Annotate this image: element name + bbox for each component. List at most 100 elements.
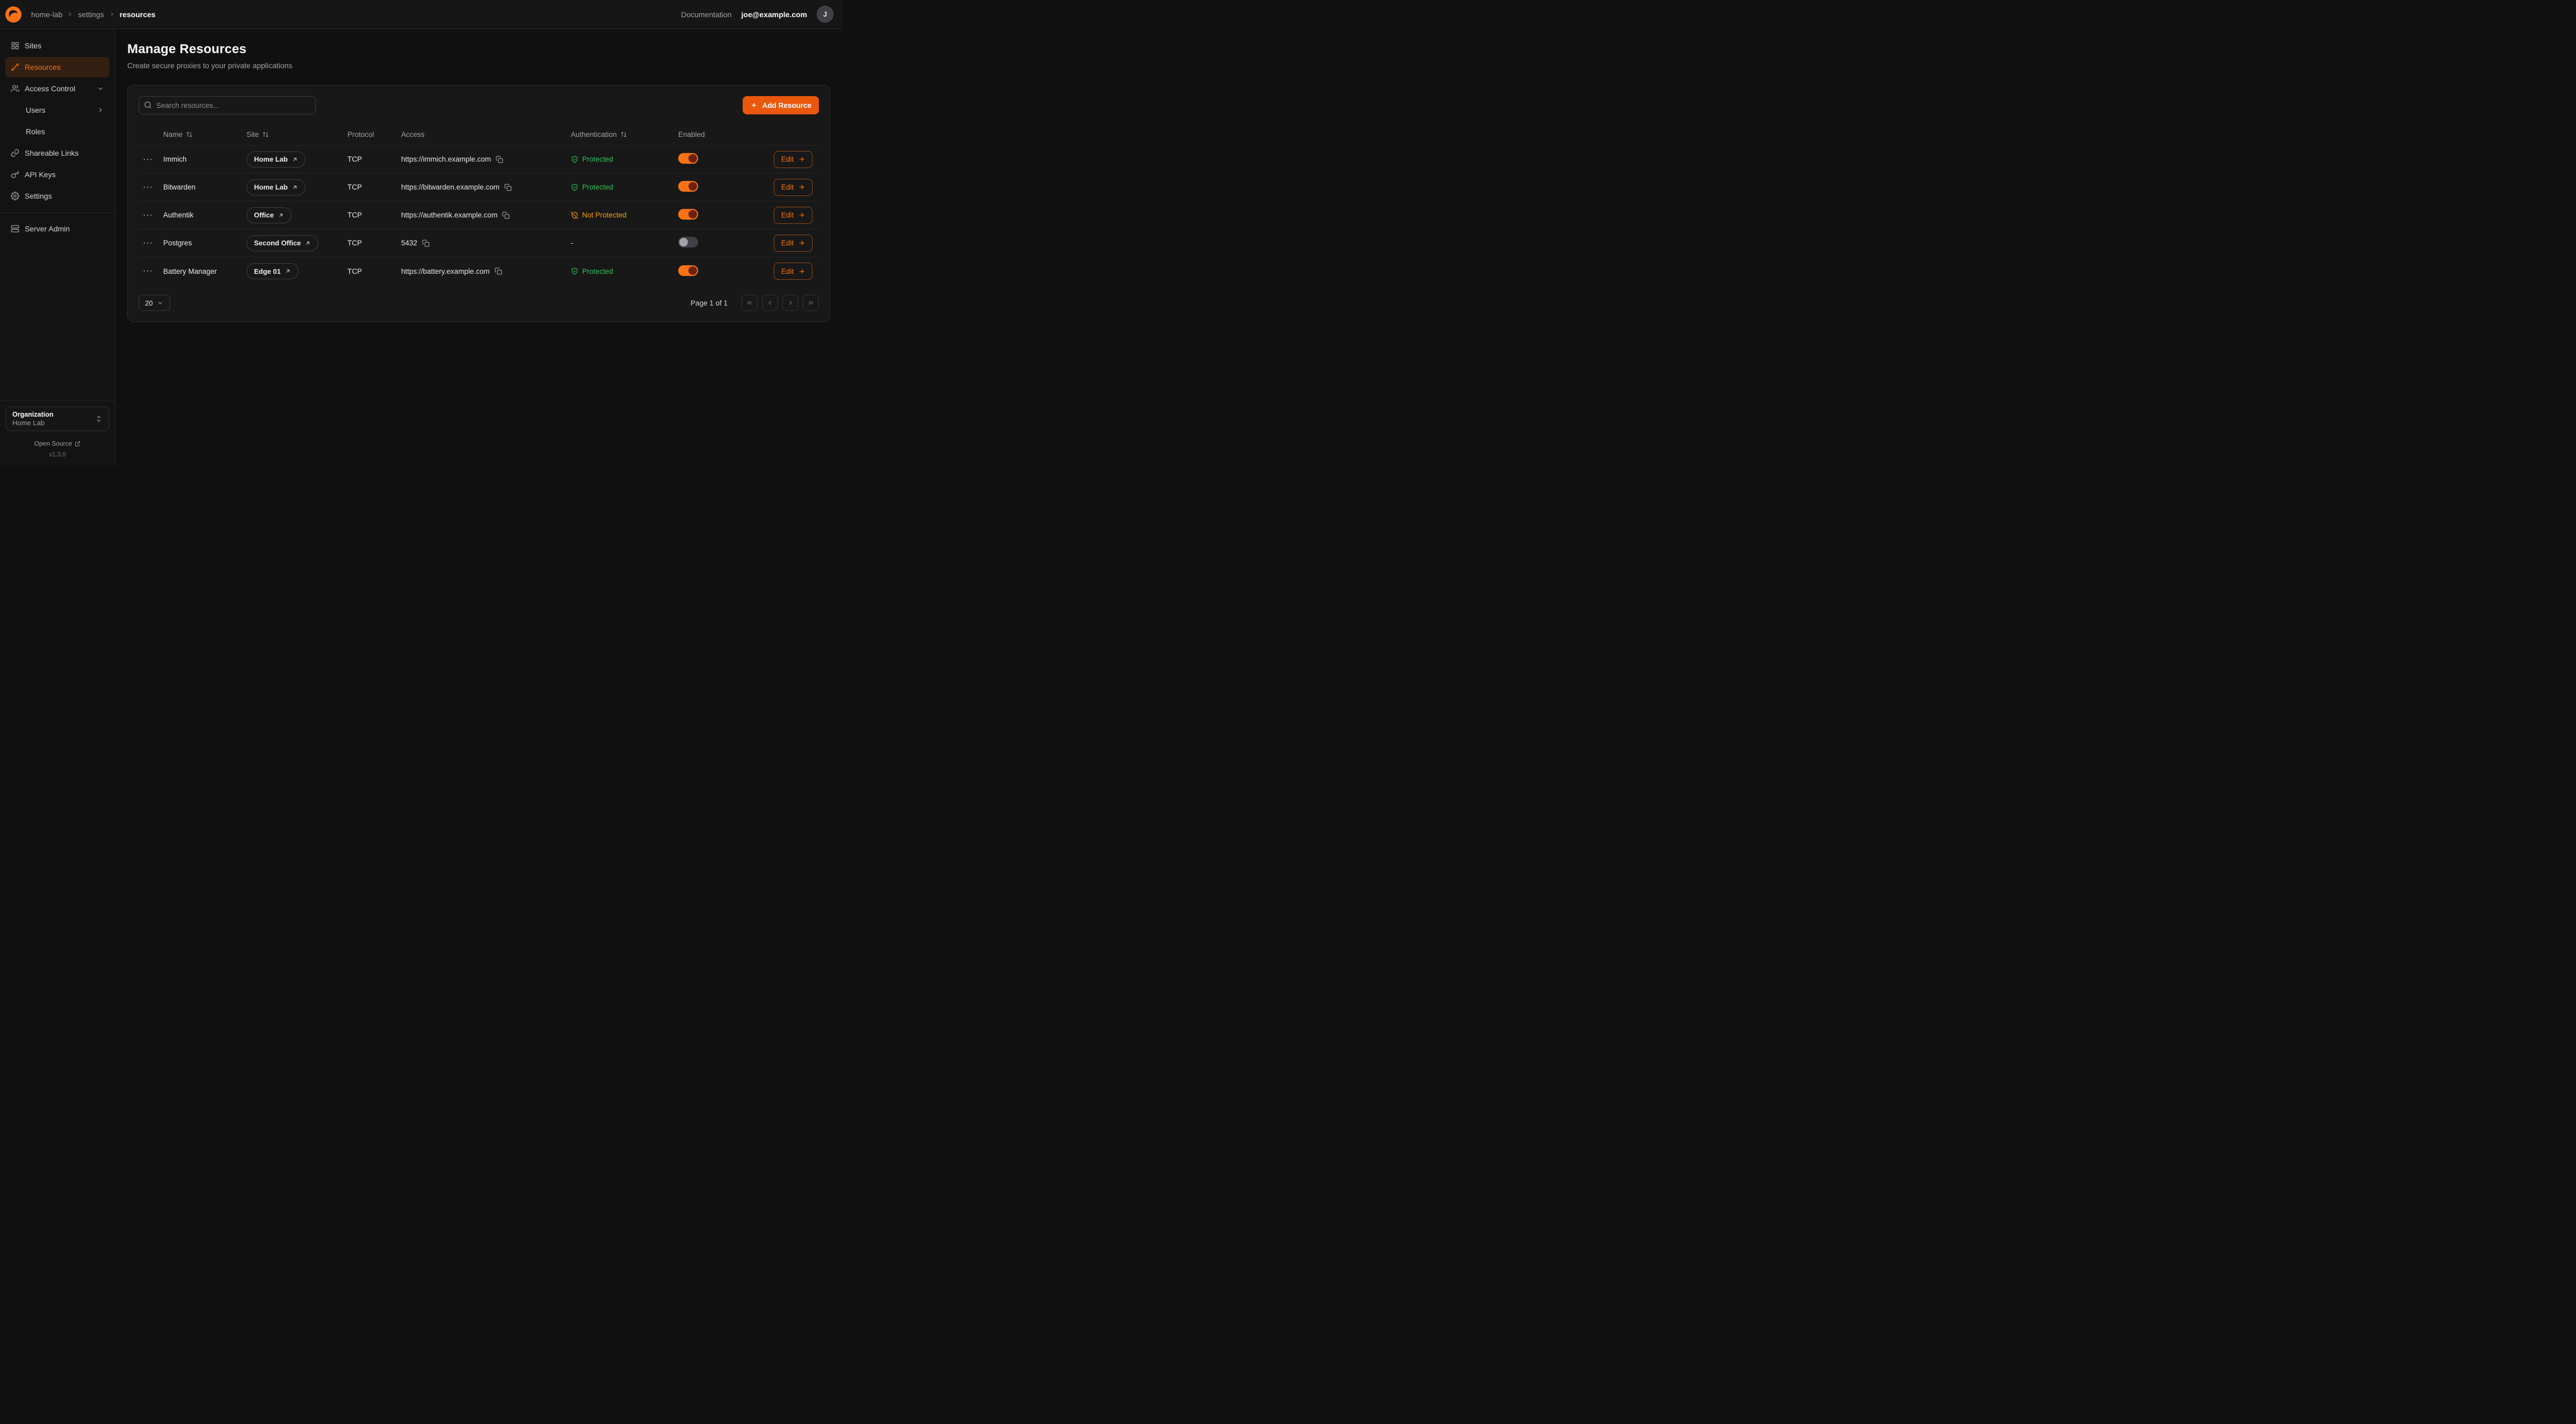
previous-page-button[interactable] (762, 295, 778, 311)
add-resource-button[interactable]: Add Resource (743, 96, 819, 114)
auth-status: - (571, 239, 678, 247)
users-icon (11, 84, 19, 93)
search-icon (144, 101, 152, 109)
breadcrumb-org[interactable]: home-lab (31, 10, 62, 19)
site-link-button[interactable]: Home Lab (246, 179, 306, 195)
enabled-toggle[interactable] (678, 265, 698, 276)
edit-button[interactable]: Edit (774, 263, 812, 280)
page-subtitle: Create secure proxies to your private ap… (127, 61, 830, 70)
site-link-button[interactable]: Edge 01 (246, 263, 299, 279)
column-header-access: Access (401, 130, 425, 139)
external-link-icon (278, 212, 284, 219)
search-input[interactable] (139, 96, 316, 114)
arrow-right-icon (798, 212, 805, 219)
copy-icon[interactable] (502, 212, 510, 219)
main-content: Manage Resources Create secure proxies t… (115, 29, 842, 466)
shield-check-icon (571, 267, 578, 275)
sidebar-item-users[interactable]: Users (5, 100, 110, 120)
open-source-link[interactable]: Open Source (34, 440, 81, 447)
sidebar-item-settings[interactable]: Settings (5, 186, 110, 206)
sidebar-item-access-control[interactable]: Access Control (5, 78, 110, 99)
auth-label: Protected (582, 267, 613, 275)
breadcrumb: home-lab settings resources (31, 10, 156, 19)
auth-label: Protected (582, 155, 613, 163)
breadcrumb-settings[interactable]: settings (78, 10, 104, 19)
sidebar-item-server-admin[interactable]: Server Admin (5, 219, 110, 239)
sort-icon[interactable] (186, 131, 193, 138)
edit-label: Edit (781, 267, 794, 275)
documentation-link[interactable]: Documentation (681, 10, 731, 19)
sidebar-item-resources[interactable]: Resources (5, 57, 110, 77)
chevrons-up-down-icon (95, 415, 103, 423)
organization-selector[interactable]: Organization Home Lab (5, 406, 110, 431)
sidebar-item-roles[interactable]: Roles (5, 121, 110, 142)
sidebar-item-sites[interactable]: Sites (5, 35, 110, 56)
page-size-select[interactable]: 20 (139, 295, 170, 311)
edit-button[interactable]: Edit (774, 235, 812, 252)
auth-label: Protected (582, 183, 613, 191)
sort-icon[interactable] (262, 131, 269, 138)
enabled-toggle[interactable] (678, 153, 698, 164)
copy-icon[interactable] (422, 239, 430, 247)
access-url: https://authentik.example.com (401, 211, 497, 219)
pagination (742, 295, 819, 311)
next-page-button[interactable] (782, 295, 799, 311)
resource-name: Postgres (163, 239, 246, 247)
edit-button[interactable]: Edit (774, 179, 812, 196)
app-logo-icon[interactable] (4, 5, 23, 24)
arrow-right-icon (798, 156, 805, 163)
copy-icon[interactable] (495, 267, 502, 275)
resource-name: Authentik (163, 211, 246, 219)
site-link-button[interactable]: Home Lab (246, 151, 306, 168)
sidebar-item-label: Resources (25, 63, 61, 71)
row-menu-icon[interactable]: ··· (139, 239, 163, 248)
row-menu-icon[interactable]: ··· (139, 267, 163, 275)
link-icon (11, 149, 19, 157)
site-link-button[interactable]: Second Office (246, 235, 318, 251)
edit-button[interactable]: Edit (774, 207, 812, 224)
auth-status: Protected (571, 183, 678, 191)
add-resource-label: Add Resource (762, 101, 811, 110)
grid-icon (11, 41, 19, 50)
edit-label: Edit (781, 211, 794, 219)
breadcrumb-current: resources (120, 10, 156, 19)
site-link-button[interactable]: Office (246, 207, 292, 223)
first-page-button[interactable] (742, 295, 758, 311)
copy-icon[interactable] (504, 184, 512, 191)
auth-label: Not Protected (582, 211, 627, 219)
sidebar-item-label: Settings (25, 192, 52, 200)
arrow-right-icon (798, 239, 805, 246)
sidebar-item-label: Sites (25, 41, 41, 50)
avatar[interactable]: J (817, 6, 833, 23)
row-menu-icon[interactable]: ··· (139, 183, 163, 192)
sidebar-item-label: Server Admin (25, 224, 70, 233)
enabled-toggle[interactable] (678, 209, 698, 220)
column-header-enabled: Enabled (678, 130, 705, 139)
sidebar-item-label: API Keys (25, 170, 56, 179)
plus-icon (750, 101, 758, 109)
access-url: https://battery.example.com (401, 267, 490, 275)
edit-button[interactable]: Edit (774, 151, 812, 168)
protocol-value: TCP (347, 211, 401, 219)
table-row: ··· Authentik Office TCP https://authent… (139, 201, 819, 229)
enabled-toggle[interactable] (678, 237, 698, 248)
user-email[interactable]: joe@example.com (741, 10, 807, 19)
resource-name: Immich (163, 155, 246, 163)
workflow-icon (11, 63, 19, 71)
copy-icon[interactable] (496, 156, 503, 163)
last-page-button[interactable] (803, 295, 819, 311)
row-menu-icon[interactable]: ··· (139, 211, 163, 220)
sort-icon[interactable] (620, 131, 627, 138)
site-name: Office (254, 211, 274, 219)
chevron-down-icon (97, 85, 104, 92)
row-menu-icon[interactable]: ··· (139, 155, 163, 164)
sidebar-item-label: Roles (26, 127, 45, 136)
table-header-row: Name Site Protocol Access Authentication (139, 124, 819, 146)
sidebar-item-api-keys[interactable]: API Keys (5, 164, 110, 185)
column-header-authentication: Authentication (571, 130, 617, 139)
edit-label: Edit (781, 183, 794, 191)
enabled-toggle[interactable] (678, 181, 698, 192)
organization-label: Organization (12, 411, 53, 418)
sidebar-item-shareable-links[interactable]: Shareable Links (5, 143, 110, 163)
external-link-icon (292, 184, 298, 191)
